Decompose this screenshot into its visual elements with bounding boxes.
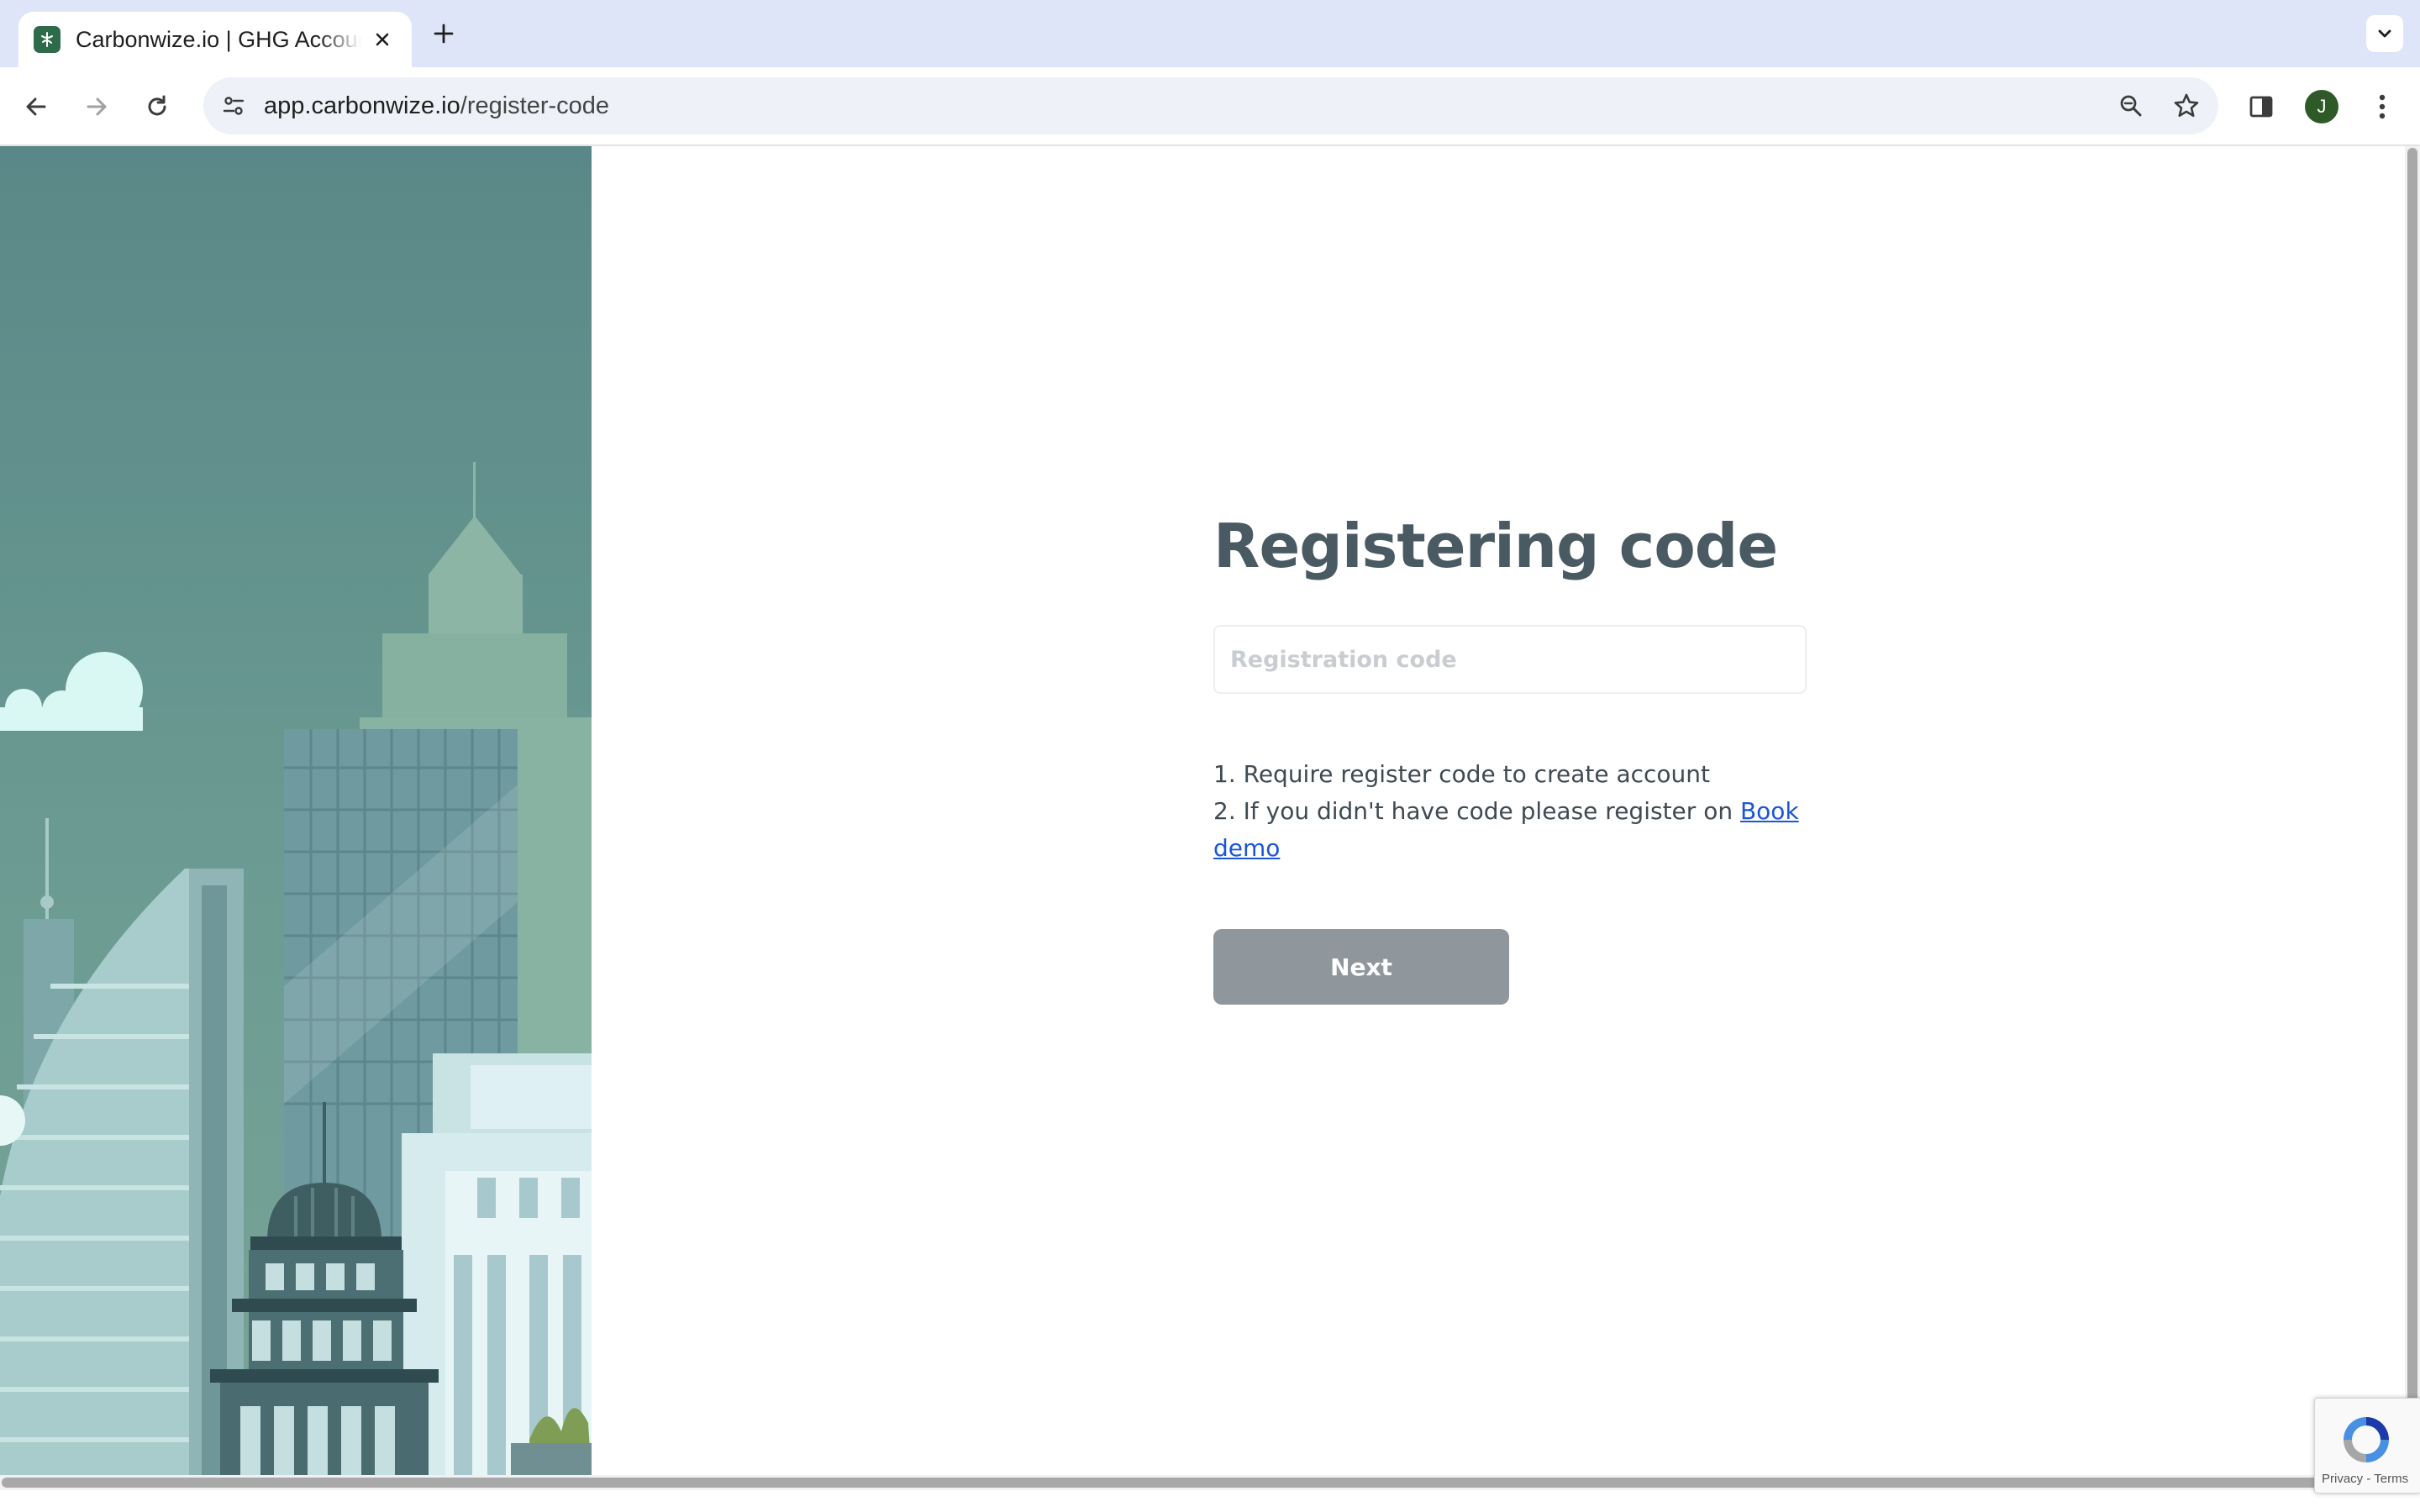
tab-close-icon[interactable] xyxy=(368,25,397,54)
more-menu-kebab-icon[interactable] xyxy=(2363,87,2402,126)
tab-search-chevron-down-icon[interactable] xyxy=(2366,15,2403,52)
forward-arrow-icon[interactable] xyxy=(77,87,116,126)
horizontal-scrollbar-thumb[interactable] xyxy=(2,1478,2402,1488)
profile-avatar[interactable]: J xyxy=(2302,87,2341,126)
page-title: Registering code xyxy=(1213,511,1778,581)
register-code-form: Registering code 1. Require register cod… xyxy=(1213,516,1807,1005)
new-tab-icon[interactable] xyxy=(427,17,460,50)
address-bar[interactable]: app.carbonwize.io/register-code xyxy=(203,77,2218,134)
page-viewport: Registering code 1. Require register cod… xyxy=(0,146,2405,1475)
side-panel-icon[interactable] xyxy=(2242,87,2281,126)
recaptcha-badge[interactable]: Privacy - Terms xyxy=(2314,1398,2420,1494)
url-text[interactable]: app.carbonwize.io/register-code xyxy=(264,77,609,134)
vertical-scrollbar[interactable] xyxy=(2405,146,2420,1475)
url-host: app.carbonwize.io xyxy=(264,92,460,119)
instruction-line-2: 2. If you didn't have code please regist… xyxy=(1213,793,1807,867)
reload-icon[interactable] xyxy=(138,87,176,126)
city-skyline-illustration xyxy=(0,146,592,1475)
tab-strip: Carbonwize.io | GHG Accounting xyxy=(0,0,2420,67)
carbonwize-favicon-icon xyxy=(34,26,60,53)
browser-toolbar: app.carbonwize.io/register-code J xyxy=(0,67,2420,146)
url-path: /register-code xyxy=(460,92,610,119)
registration-instructions: 1. Require register code to create accou… xyxy=(1213,756,1807,867)
zoom-magnifier-icon[interactable] xyxy=(2112,87,2149,124)
browser-tab-active[interactable]: Carbonwize.io | GHG Accounting xyxy=(18,12,412,67)
recaptcha-logo-icon xyxy=(2344,1417,2389,1462)
tab-title: Carbonwize.io | GHG Accounting xyxy=(76,26,361,52)
bookmark-star-icon[interactable] xyxy=(2168,87,2205,124)
horizontal-scrollbar[interactable] xyxy=(0,1475,2405,1490)
instruction-line-2-text: 2. If you didn't have code please regist… xyxy=(1213,797,1740,825)
site-settings-tune-icon[interactable] xyxy=(215,87,252,124)
window-bottom-edge xyxy=(0,1490,2420,1512)
recaptcha-privacy-terms[interactable]: Privacy - Terms xyxy=(2322,1472,2408,1486)
vertical-scrollbar-thumb[interactable] xyxy=(2407,148,2417,1473)
instruction-line-1: 1. Require register code to create accou… xyxy=(1213,760,1711,788)
back-arrow-icon[interactable] xyxy=(17,87,55,126)
registration-code-field[interactable] xyxy=(1213,625,1807,694)
profile-initial: J xyxy=(2305,90,2338,123)
next-button[interactable]: Next xyxy=(1213,929,1509,1005)
registration-code-input[interactable] xyxy=(1230,646,1790,673)
